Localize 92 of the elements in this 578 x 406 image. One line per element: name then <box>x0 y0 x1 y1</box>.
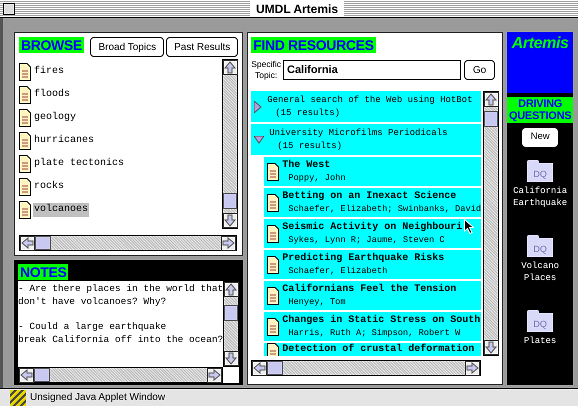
result-authors: Harris, Ruth A; Simpson, Robert W <box>287 326 462 340</box>
field-label: Specific <box>251 59 281 70</box>
logo-text: Artemis <box>512 34 569 54</box>
scroll-up-button[interactable] <box>484 92 500 107</box>
topic-item[interactable]: hurricanes <box>33 134 96 148</box>
document-icon <box>267 343 280 356</box>
result-authors: Sykes, Lynn R; Jaume, Steven C <box>287 234 446 246</box>
result-title: The West <box>282 158 332 172</box>
result-title: Changes in Static Stress on South <box>282 314 480 326</box>
result-item[interactable]: The West Poppy, John <box>264 157 482 186</box>
document-icon <box>267 224 280 242</box>
question-label[interactable]: California <box>513 185 568 197</box>
status-text: Unsigned Java Applet Window <box>30 391 166 405</box>
scroll-thumb[interactable] <box>223 193 238 209</box>
scroll-right-button[interactable] <box>465 361 480 376</box>
result-item[interactable]: Betting on an Inexact Science Schaefer, Elizabeth; Swinbanks, David <box>264 188 482 217</box>
collapse-triangle-icon[interactable] <box>254 136 264 144</box>
note-text: - Could a large earthquake <box>18 320 168 333</box>
result-authors: Poppy, John <box>287 172 346 184</box>
note-text: don't have volcanoes? Why? <box>18 295 168 308</box>
result-count: (15 results) <box>276 140 344 152</box>
scroll-left-button[interactable] <box>20 236 35 251</box>
section-title: QUESTIONS <box>508 110 572 122</box>
scroll-down-button[interactable] <box>484 340 500 355</box>
scroll-thumb[interactable] <box>34 368 50 382</box>
pointer-icon <box>464 219 474 234</box>
result-title: Californians Feel the Tension <box>282 282 456 296</box>
document-icon <box>267 162 280 180</box>
result-item[interactable]: Californians Feel the Tension Henyey, Tom <box>264 281 482 310</box>
question-label[interactable]: Earthquake <box>513 197 568 209</box>
result-title: Seismic Activity on Neighbouri <box>282 220 462 234</box>
scroll-up-button[interactable] <box>223 60 238 75</box>
result-group[interactable]: General search of the Web using HotBot (15 results) <box>251 91 482 122</box>
result-title: Predicting Earthquake Risks <box>282 252 444 264</box>
document-icon <box>267 256 280 274</box>
section-title: DRIVING <box>518 98 562 110</box>
scroll-up-button[interactable] <box>224 282 240 297</box>
topic-item[interactable]: floods <box>33 88 72 102</box>
group-title: General search of the Web using HotBot <box>267 94 472 106</box>
window-title: UMDL Artemis <box>250 0 344 16</box>
scroll-left-button[interactable] <box>252 361 268 376</box>
question-label[interactable]: Volcano <box>521 260 560 272</box>
document-icon <box>19 178 31 196</box>
field-label: Topic: <box>255 70 278 81</box>
scroll-thumb[interactable] <box>35 236 51 250</box>
scroll-down-button[interactable] <box>224 351 240 366</box>
document-icon <box>19 155 31 173</box>
question-label[interactable]: Plates <box>524 335 556 347</box>
scroll-thumb[interactable] <box>484 111 498 127</box>
expand-triangle-icon[interactable] <box>254 100 262 112</box>
result-count: (15 results) <box>274 106 342 120</box>
topic-item[interactable]: geology <box>33 111 78 125</box>
document-icon <box>19 86 31 104</box>
section-title: BROWSE <box>19 37 84 53</box>
result-title: Betting on an Inexact Science <box>282 190 458 202</box>
section-title: NOTES <box>18 264 68 280</box>
warning-stripes-icon <box>10 390 26 406</box>
group-title: University Microfilms Periodicals <box>269 126 448 140</box>
document-icon <box>267 286 280 304</box>
document-icon <box>19 63 31 81</box>
result-group[interactable]: University Microfilms Periodicals (15 results) <box>251 124 482 155</box>
result-authors: Schaefer, Elizabeth <box>287 264 388 278</box>
result-item[interactable]: Changes in Static Stress on South Harris, Ruth A; Simpson, Robert W <box>264 312 482 341</box>
tab-button[interactable]: Broad Topics <box>90 37 164 57</box>
topic-item[interactable]: rocks <box>33 180 66 194</box>
scroll-right-button[interactable] <box>207 368 222 383</box>
scroll-thumb[interactable] <box>267 361 284 375</box>
note-text: - Are there places in the world that <box>18 282 224 295</box>
close-box[interactable] <box>3 2 15 14</box>
topic-item[interactable]: volcanoes <box>33 203 90 217</box>
scroll-right-button[interactable] <box>221 236 236 251</box>
tab-button[interactable]: Past Results <box>166 37 238 57</box>
new-button[interactable]: New <box>522 128 558 147</box>
go-button[interactable]: Go <box>464 60 495 80</box>
section-title: FIND RESOURCES <box>251 37 376 53</box>
scroll-thumb[interactable] <box>224 305 238 321</box>
document-icon <box>19 109 31 127</box>
note-text: break California off into the ocean? <box>18 333 224 346</box>
result-authors: Schaefer, Elizabeth; Swinbanks, David <box>287 202 482 216</box>
result-item[interactable]: Seismic Activity on Neighbouri Sykes, Lynn R; Jaume, Steven C <box>264 219 482 248</box>
document-icon <box>267 318 280 336</box>
question-label[interactable]: Places <box>524 272 556 284</box>
scroll-left-button[interactable] <box>19 368 34 383</box>
document-icon <box>19 132 31 150</box>
scroll-down-button[interactable] <box>223 213 238 228</box>
document-icon <box>19 201 31 219</box>
topic-item[interactable]: plate tectonics <box>33 157 126 171</box>
document-icon <box>267 194 280 212</box>
topic-item[interactable]: fires <box>33 65 66 79</box>
topic-field[interactable]: California <box>283 60 461 80</box>
result-item[interactable]: Predicting Earthquake Risks Schaefer, Elizabeth <box>264 250 482 279</box>
result-authors: Henyey, Tom <box>287 296 347 308</box>
